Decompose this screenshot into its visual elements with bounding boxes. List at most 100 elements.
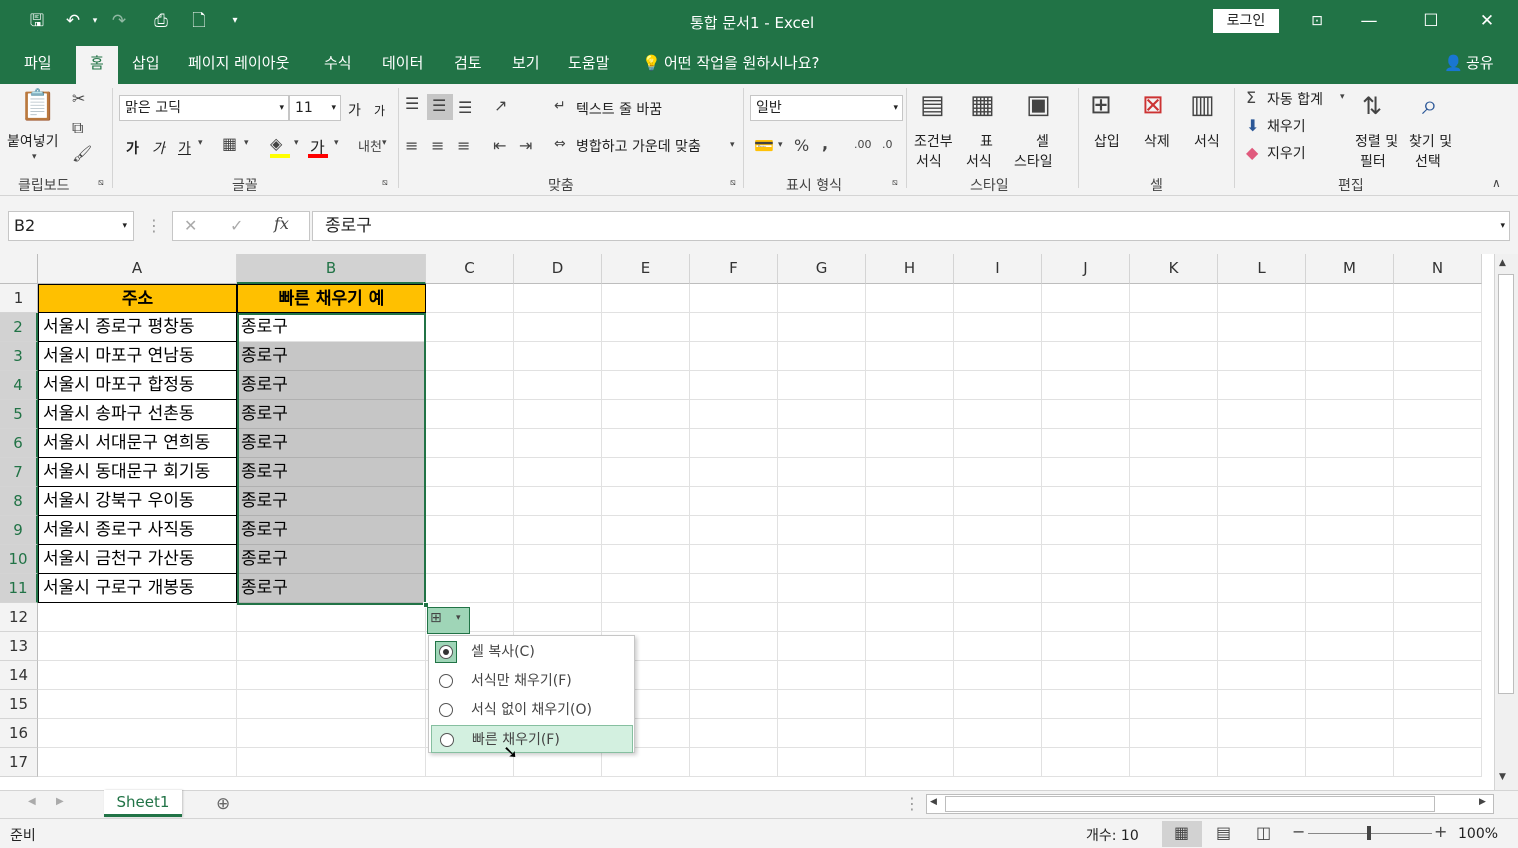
- autosum-icon[interactable]: Σ: [1246, 88, 1256, 107]
- radio-fill-without-formatting[interactable]: [439, 703, 453, 717]
- sort-filter-label-2[interactable]: 필터: [1360, 151, 1386, 171]
- grid-cell[interactable]: [1042, 458, 1130, 487]
- clipboard-launcher-icon[interactable]: ⧅: [98, 178, 104, 188]
- merge-center-button[interactable]: 병합하고 가운데 맞춤: [576, 136, 701, 156]
- menu-item-fill-formatting-only[interactable]: 서식만 채우기(F): [431, 667, 633, 695]
- grid-cell[interactable]: [1306, 545, 1394, 574]
- grid-cell[interactable]: [866, 603, 954, 632]
- grid-cell[interactable]: [866, 429, 954, 458]
- grid-cell[interactable]: [954, 458, 1042, 487]
- tab-view[interactable]: 보기: [508, 52, 544, 84]
- sheet-prev-icon[interactable]: ◀: [28, 796, 36, 807]
- merge-dropdown-icon[interactable]: ▾: [730, 140, 735, 150]
- autosum-button[interactable]: 자동 합계: [1267, 89, 1323, 109]
- grid-cell[interactable]: [690, 400, 778, 429]
- percent-style-icon[interactable]: %: [794, 136, 809, 155]
- share-button[interactable]: 공유: [1462, 52, 1498, 84]
- grid-cell[interactable]: [778, 719, 866, 748]
- grid-cell[interactable]: [778, 516, 866, 545]
- grid-cell[interactable]: [426, 371, 514, 400]
- row-header-13[interactable]: 13: [0, 632, 38, 661]
- grid-cell[interactable]: [1306, 400, 1394, 429]
- grid-cell[interactable]: [1042, 661, 1130, 690]
- grid-cell[interactable]: [1130, 400, 1218, 429]
- close-icon[interactable]: ✕: [1472, 8, 1502, 34]
- paste-button[interactable]: 붙여넣기: [7, 131, 59, 151]
- grid-cell[interactable]: [1130, 603, 1218, 632]
- maximize-icon[interactable]: ☐: [1416, 8, 1446, 34]
- fill-icon[interactable]: ⬇: [1246, 116, 1259, 135]
- grid-cell[interactable]: [866, 487, 954, 516]
- grid-cell[interactable]: [1218, 603, 1306, 632]
- row-header-15[interactable]: 15: [0, 690, 38, 719]
- grid-cell[interactable]: [778, 545, 866, 574]
- grid-cell[interactable]: [778, 661, 866, 690]
- grid-cell[interactable]: [514, 458, 602, 487]
- find-select-label-2[interactable]: 선택: [1415, 151, 1441, 171]
- grid-cell[interactable]: [602, 313, 690, 342]
- accounting-format-icon[interactable]: 💳: [754, 136, 774, 155]
- grid-cell[interactable]: [1218, 516, 1306, 545]
- grid-cell[interactable]: [426, 429, 514, 458]
- tab-file[interactable]: 파일: [20, 52, 56, 84]
- grid-cell[interactable]: [778, 458, 866, 487]
- grid-cell[interactable]: [1042, 371, 1130, 400]
- merge-center-icon[interactable]: ⇔: [554, 136, 566, 152]
- grid-cell[interactable]: [514, 516, 602, 545]
- format-as-table-label-2[interactable]: 서식: [966, 151, 992, 171]
- grid-cell[interactable]: [1306, 690, 1394, 719]
- font-shrink-button[interactable]: 가: [374, 102, 385, 119]
- grid-cell[interactable]: [1394, 690, 1482, 719]
- header-cell-flash-fill[interactable]: 빠른 채우기 예: [237, 284, 426, 313]
- orientation-icon[interactable]: ↗: [494, 96, 507, 115]
- grid-cell[interactable]: [602, 371, 690, 400]
- decrease-decimal-icon[interactable]: .0: [882, 138, 893, 151]
- grid-cell[interactable]: [602, 429, 690, 458]
- grid-cell[interactable]: [690, 313, 778, 342]
- zoom-level[interactable]: 100%: [1458, 826, 1498, 842]
- number-launcher-icon[interactable]: ⧅: [892, 178, 898, 188]
- column-header-m[interactable]: M: [1306, 254, 1394, 284]
- grid-cell[interactable]: [1394, 342, 1482, 371]
- scroll-right-icon[interactable]: ▶: [1479, 797, 1486, 807]
- wrap-text-button[interactable]: 텍스트 줄 바꿈: [576, 99, 662, 119]
- tab-page-layout[interactable]: 페이지 레이아웃: [184, 52, 293, 84]
- font-color-dropdown-icon[interactable]: ▾: [334, 138, 339, 148]
- column-header-g[interactable]: G: [778, 254, 866, 284]
- zoom-out-icon[interactable]: −: [1292, 822, 1305, 841]
- grid-cell[interactable]: [514, 400, 602, 429]
- grid-cell[interactable]: [1042, 603, 1130, 632]
- grid-cell[interactable]: [1218, 458, 1306, 487]
- grid-cell[interactable]: [1306, 342, 1394, 371]
- grid-cell[interactable]: [778, 574, 866, 603]
- grid-cell[interactable]: [426, 458, 514, 487]
- bold-button[interactable]: 가: [126, 138, 139, 158]
- grid-cell[interactable]: [1130, 690, 1218, 719]
- grid-cell[interactable]: [602, 400, 690, 429]
- grid-cell[interactable]: [690, 371, 778, 400]
- grid-cell[interactable]: [866, 690, 954, 719]
- grid-cell[interactable]: [778, 400, 866, 429]
- align-top-icon[interactable]: ☰: [405, 94, 419, 113]
- page-break-view-icon[interactable]: ◫: [1256, 823, 1271, 842]
- grid-cell[interactable]: [1218, 313, 1306, 342]
- row-header-6[interactable]: 6: [0, 429, 38, 458]
- font-name-box[interactable]: 맑은 고딕 ▾: [119, 95, 289, 121]
- tell-me-search[interactable]: 어떤 작업을 원하시나요?: [660, 52, 824, 84]
- grid-cell[interactable]: [1306, 574, 1394, 603]
- tab-formulas[interactable]: 수식: [320, 52, 356, 84]
- grid-cell[interactable]: [866, 574, 954, 603]
- grid-cell[interactable]: [237, 661, 426, 690]
- radio-fill-formatting-only[interactable]: [439, 674, 453, 688]
- grid-cell[interactable]: [1394, 603, 1482, 632]
- font-size-box[interactable]: 11 ▾: [289, 95, 341, 121]
- find-select-icon[interactable]: ⌕: [1422, 88, 1438, 122]
- grid-cell[interactable]: [690, 284, 778, 313]
- grid-cell[interactable]: [1042, 400, 1130, 429]
- grid-cell[interactable]: [1042, 748, 1130, 777]
- paste-dropdown-icon[interactable]: ▾: [32, 152, 37, 162]
- login-button[interactable]: 로그인: [1213, 9, 1279, 33]
- grid-cell[interactable]: [690, 545, 778, 574]
- row-header-10[interactable]: 10: [0, 545, 38, 574]
- header-cell-address[interactable]: 주소: [38, 284, 237, 313]
